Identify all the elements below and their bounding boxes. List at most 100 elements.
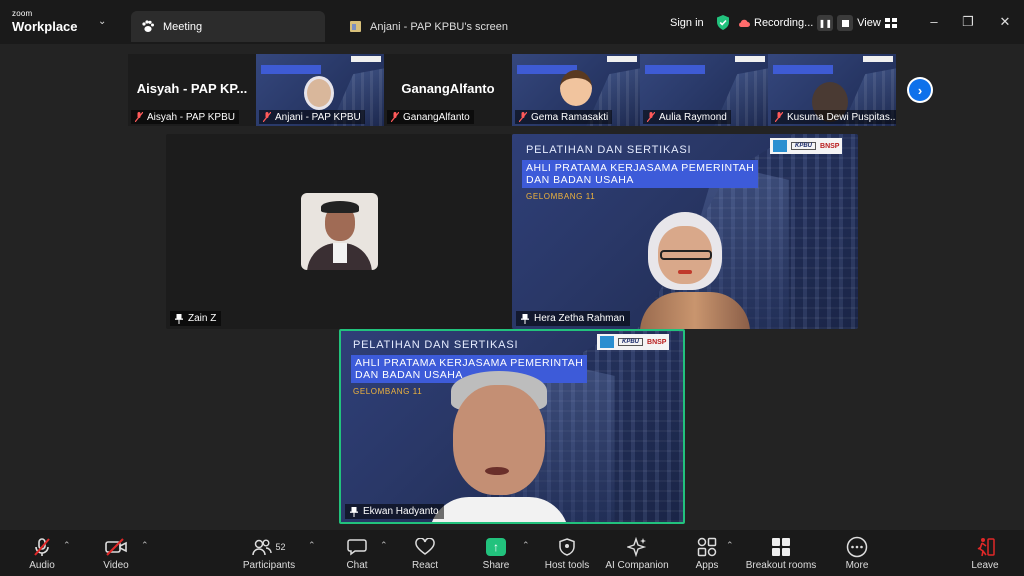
- video-off-icon: [105, 536, 127, 558]
- react-label: React: [411, 560, 439, 571]
- slide-band-mini: [773, 65, 833, 74]
- chevron-down-icon[interactable]: ⌄: [98, 16, 106, 27]
- participant-label: Aulia Raymond: [643, 110, 731, 124]
- video-tile-hera[interactable]: KPBU BNSP PELATIHAN DAN SERTIKASI AHLI P…: [512, 134, 858, 329]
- pin-icon: [175, 313, 183, 324]
- next-page-button[interactable]: ›: [907, 77, 933, 103]
- security-shield-icon[interactable]: [716, 15, 730, 30]
- participant-thumb[interactable]: Aisyah - PAP KP... Aisyah - PAP KPBU: [128, 54, 256, 126]
- video-options-caret[interactable]: ⌃: [141, 540, 149, 551]
- video-tile-ekwan-active-speaker[interactable]: KPBU BNSP PELATIHAN DAN SERTIKASI AHLI P…: [339, 329, 685, 524]
- apps-button[interactable]: Apps: [667, 536, 747, 571]
- tab-meeting[interactable]: Meeting: [131, 11, 325, 42]
- tab-shared-screen[interactable]: Anjani - PAP KPBU's screen: [338, 11, 558, 42]
- participants-options-caret[interactable]: ⌃: [308, 540, 316, 551]
- participant-strip: Aisyah - PAP KP... Aisyah - PAP KPBU Anj…: [128, 54, 896, 126]
- video-label: Video: [103, 560, 129, 571]
- photo-shirt: [333, 243, 347, 263]
- participant-thumb[interactable]: Gema Ramasakti: [512, 54, 640, 126]
- shirt: [429, 497, 569, 522]
- clothing: [640, 292, 750, 329]
- bnsp-logo: BNSP: [820, 142, 840, 150]
- participant-big-name: Aisyah - PAP KP...: [136, 81, 248, 96]
- participant-name: Aulia Raymond: [659, 111, 727, 123]
- ministry-logo: [773, 140, 787, 152]
- host-tools-button[interactable]: Host tools: [527, 536, 607, 571]
- participant-label: Aisyah - PAP KPBU: [131, 110, 239, 124]
- stop-icon: [841, 19, 849, 27]
- participant-name: Hera Zetha Rahman: [534, 313, 625, 324]
- title-bar: zoom Workplace ⌄ Meeting Anjani - PAP KP…: [0, 0, 1024, 44]
- slide-logos-mini: [351, 56, 381, 62]
- slide-band: AHLI PRATAMA KERJASAMA PEMERINTAH DAN BA…: [522, 160, 759, 188]
- kpbu-logo: KPBU: [618, 338, 644, 346]
- participant-face: [304, 76, 334, 110]
- slide-band-line1: AHLI PRATAMA KERJASAMA PEMERINTAH: [526, 162, 755, 174]
- slide-band-mini: [645, 65, 705, 74]
- tab-screen-label: Anjani - PAP KPBU's screen: [370, 20, 509, 33]
- participant-name: Kusuma Dewi Puspitas...: [787, 111, 896, 123]
- participant-label: Anjani - PAP KPBU: [259, 110, 365, 124]
- participant-thumb[interactable]: GanangAlfanto GanangAlfanto: [384, 54, 512, 126]
- participant-name: Aisyah - PAP KPBU: [147, 111, 235, 123]
- participants-icon-wrap: 52: [252, 536, 286, 558]
- slide-logos: KPBU BNSP: [597, 334, 670, 350]
- participant-thumb[interactable]: Aulia Raymond: [640, 54, 768, 126]
- leave-button[interactable]: Leave: [945, 536, 1024, 571]
- participant-video: [640, 212, 750, 329]
- slide-logos-mini: [607, 56, 637, 62]
- mic-muted-icon: [391, 112, 399, 122]
- apps-label: Apps: [695, 560, 719, 571]
- chat-icon: [347, 536, 367, 558]
- breakout-rooms-button[interactable]: Breakout rooms: [741, 536, 821, 571]
- participant-thumb[interactable]: Kusuma Dewi Puspitas...: [768, 54, 896, 126]
- slide-logos-mini: [863, 56, 893, 62]
- meeting-toolbar: Audio ⌃ Video ⌃ 52 Participants ⌃ Chat ⌃: [0, 530, 1024, 576]
- participant-label: Kusuma Dewi Puspitas...: [771, 110, 896, 124]
- view-label: View: [857, 17, 881, 29]
- chevron-right-icon: ›: [909, 79, 931, 101]
- participant-name-tag: Hera Zetha Rahman: [516, 311, 630, 326]
- slide-logos: KPBU BNSP: [770, 138, 843, 154]
- share-icon-wrap: ↑: [486, 536, 506, 558]
- participant-big-name: GanangAlfanto: [401, 81, 495, 96]
- pause-icon: ❚❚: [818, 18, 833, 28]
- pause-recording-button[interactable]: ❚❚: [817, 15, 834, 31]
- minimize-icon[interactable]: –: [926, 14, 942, 29]
- mic-muted-icon: [519, 112, 527, 122]
- close-icon[interactable]: ✕: [997, 14, 1013, 30]
- restore-icon[interactable]: ❐: [960, 14, 976, 30]
- view-button[interactable]: View: [850, 13, 904, 33]
- ministry-logo: [600, 336, 614, 348]
- slide-logos-mini: [735, 56, 765, 62]
- participant-name: GanangAlfanto: [403, 111, 470, 123]
- apps-options-caret[interactable]: ⌃: [726, 540, 734, 551]
- participant-name: Gema Ramasakti: [531, 111, 609, 123]
- face: [453, 385, 545, 495]
- bnsp-logo: BNSP: [647, 338, 667, 346]
- mouth: [485, 467, 509, 475]
- participants-button[interactable]: 52 Participants: [229, 536, 309, 571]
- ai-companion-button[interactable]: AI Companion: [597, 536, 677, 571]
- participant-name-tag: Ekwan Hadyanto: [345, 504, 444, 519]
- participants-label: Participants: [242, 560, 296, 571]
- tab-meeting-label: Meeting: [163, 20, 203, 33]
- video-tile-zain[interactable]: Zain Z: [166, 134, 512, 329]
- more-button[interactable]: More: [817, 536, 897, 571]
- participant-thumb[interactable]: Anjani - PAP KPBU: [256, 54, 384, 126]
- react-button[interactable]: React: [385, 536, 465, 571]
- kpbu-logo: KPBU: [791, 142, 817, 150]
- more-label: More: [845, 560, 869, 571]
- audio-options-caret[interactable]: ⌃: [63, 540, 71, 551]
- slide-heading: PELATIHAN DAN SERTIKASI: [526, 144, 692, 156]
- host-tools-label: Host tools: [544, 560, 590, 571]
- audio-label: Audio: [29, 560, 55, 571]
- sign-in-link[interactable]: Sign in: [670, 17, 704, 29]
- photo-hair: [321, 201, 359, 213]
- apps-icon: [697, 536, 717, 558]
- slide-gelombang: GELOMBANG 11: [353, 387, 423, 396]
- brand-line2: Workplace: [12, 19, 78, 34]
- slide-gelombang: GELOMBANG 11: [526, 192, 596, 201]
- share-label: Share: [482, 560, 510, 571]
- zoom-workplace-logo[interactable]: zoom Workplace: [12, 10, 78, 34]
